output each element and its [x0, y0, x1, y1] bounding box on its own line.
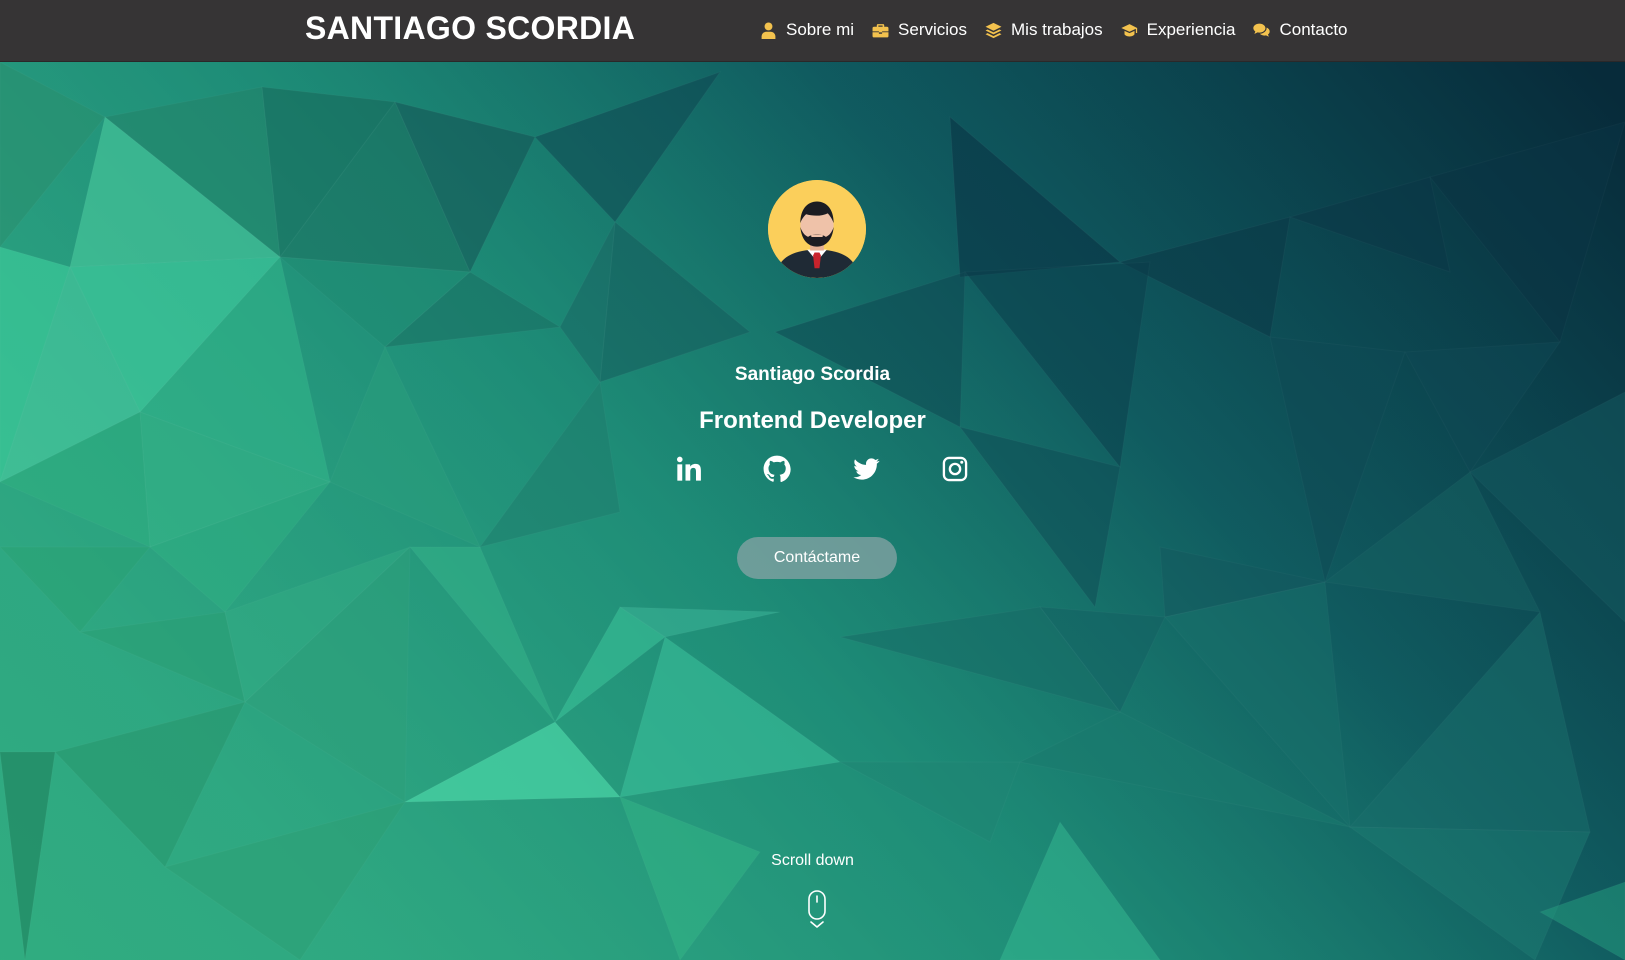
scroll-down-label[interactable]: Scroll down — [0, 852, 1625, 870]
avatar — [768, 180, 866, 278]
nav-item-servicios[interactable]: Servicios — [872, 20, 967, 40]
navbar: SANTIAGO SCORDIA Sobre mi Servicios Mis … — [0, 0, 1625, 62]
graduation-cap-icon — [1120, 22, 1138, 39]
nav-item-contacto[interactable]: Contacto — [1253, 20, 1348, 40]
social-links — [0, 454, 1625, 488]
nav-item-label: Experiencia — [1146, 20, 1236, 39]
twitter-icon — [853, 458, 880, 480]
hero-role: Frontend Developer — [699, 407, 926, 434]
nav-links: Sobre mi Servicios Mis trabajos Experien… — [760, 0, 1366, 60]
brand-logo[interactable]: SANTIAGO SCORDIA — [305, 10, 635, 47]
hero-section: Santiago Scordia Frontend Developer Cont… — [0, 62, 1625, 960]
user-icon — [760, 22, 777, 39]
nav-item-label: Mis trabajos — [1011, 20, 1103, 39]
nav-item-label: Contacto — [1279, 20, 1348, 39]
comments-icon — [1253, 22, 1271, 39]
nav-item-label: Sobre mi — [786, 20, 855, 39]
linkedin-link[interactable] — [674, 454, 704, 484]
nav-item-mis-trabajos[interactable]: Mis trabajos — [985, 20, 1103, 40]
mouse-icon[interactable] — [805, 890, 829, 932]
hero-name: Santiago Scordia — [734, 364, 891, 385]
nav-item-sobre-mi[interactable]: Sobre mi — [760, 20, 854, 40]
nav-item-label: Servicios — [898, 20, 967, 39]
nav-item-experiencia[interactable]: Experiencia — [1120, 20, 1236, 40]
contact-button[interactable]: Contáctame — [737, 537, 897, 579]
layers-icon — [985, 22, 1002, 39]
linkedin-icon — [676, 456, 701, 481]
instagram-icon — [942, 456, 968, 482]
briefcase-icon — [872, 22, 889, 39]
github-icon — [763, 455, 791, 482]
twitter-link[interactable] — [851, 454, 881, 484]
avatar-icon — [768, 180, 866, 278]
instagram-link[interactable] — [940, 454, 970, 484]
github-link[interactable] — [762, 454, 792, 484]
